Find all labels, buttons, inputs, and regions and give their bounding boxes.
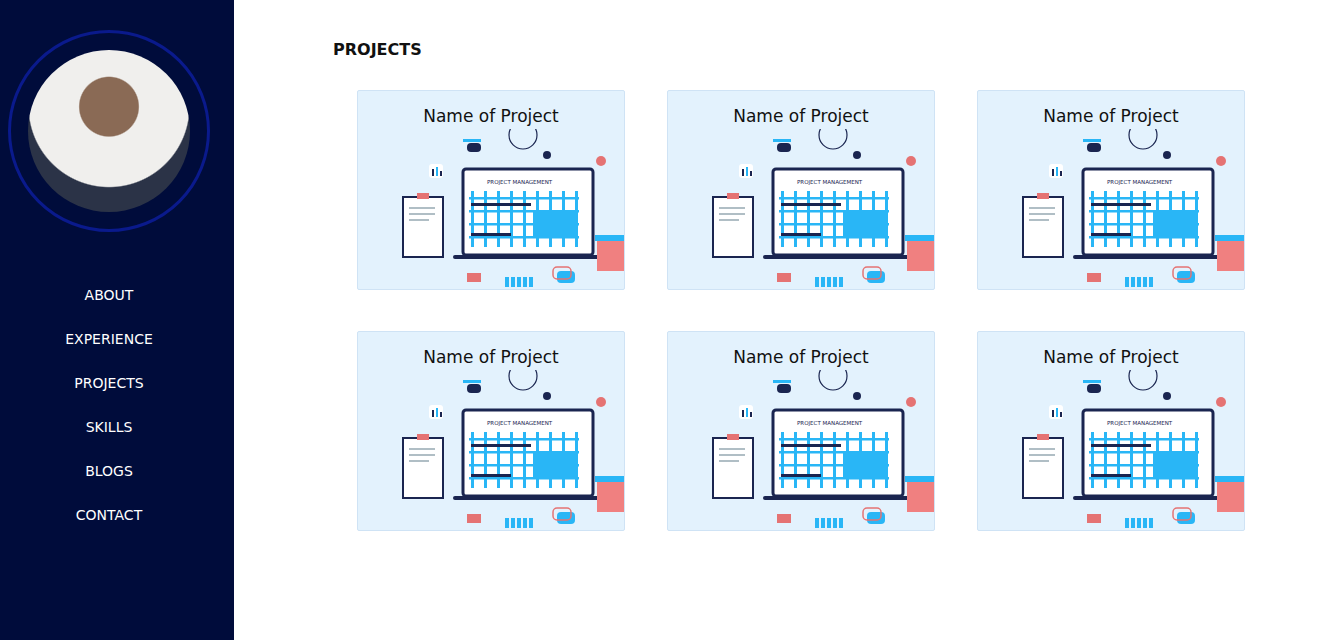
project-illustration-icon: PROJECT MANAGEMENT — [357, 129, 625, 289]
sidebar: ABOUT EXPERIENCE PROJECTS SKILLS BLOGS CONTAC… — [0, 0, 234, 640]
project-title: Name of Project — [733, 105, 869, 127]
screen-label: PROJECT MANAGEMENT — [1107, 179, 1173, 186]
sidebar-item[interactable]: EXPERIENCE — [65, 328, 153, 350]
project-illustration-icon: PROJECT MANAGEMENT — [667, 370, 935, 530]
project-card[interactable]: Name of Project PROJECT MANAGEMENT — [977, 331, 1245, 531]
project-card[interactable]: Name of Project PROJECT MANAGEMENT — [357, 90, 625, 290]
sidebar-item[interactable]: SKILLS — [86, 416, 133, 438]
project-title: Name of Project — [423, 105, 559, 127]
screen-label: PROJECT MANAGEMENT — [797, 179, 863, 186]
main-content: PROJECTS Name of Project PROJECT MANAGEM… — [234, 0, 1340, 640]
project-card[interactable]: Name of Project PROJECT MANAGEMENT — [357, 331, 625, 531]
project-card[interactable]: Name of Project PROJECT MANAGEMENT — [667, 331, 935, 531]
sidebar-item[interactable]: BLOGS — [85, 460, 133, 482]
sidebar-nav: ABOUT EXPERIENCE PROJECTS SKILLS BLOGS CONTAC… — [65, 284, 153, 526]
project-illustration-icon: PROJECT MANAGEMENT — [977, 370, 1245, 530]
avatar-ring — [8, 30, 210, 232]
project-title: Name of Project — [423, 346, 559, 368]
screen-label: PROJECT MANAGEMENT — [487, 179, 553, 186]
project-illustration-icon: PROJECT MANAGEMENT — [357, 370, 625, 530]
project-title: Name of Project — [1043, 346, 1179, 368]
project-title: Name of Project — [733, 346, 869, 368]
project-illustration-icon: PROJECT MANAGEMENT — [667, 129, 935, 289]
screen-label: PROJECT MANAGEMENT — [1107, 420, 1173, 427]
project-card[interactable]: Name of Project PROJECT MANAGEMENT — [977, 90, 1245, 290]
screen-label: PROJECT MANAGEMENT — [487, 420, 553, 427]
project-card[interactable]: Name of Project PROJECT MANAGEMENT — [667, 90, 935, 290]
avatar-photo — [28, 50, 190, 212]
sidebar-item[interactable]: ABOUT — [85, 284, 134, 306]
section-heading: PROJECTS — [333, 40, 1340, 60]
sidebar-item[interactable]: CONTACT — [76, 504, 142, 526]
page: ABOUT EXPERIENCE PROJECTS SKILLS BLOGS CONTAC… — [0, 0, 1340, 640]
project-illustration-icon: PROJECT MANAGEMENT — [977, 129, 1245, 289]
screen-label: PROJECT MANAGEMENT — [797, 420, 863, 427]
project-title: Name of Project — [1043, 105, 1179, 127]
sidebar-item[interactable]: PROJECTS — [74, 372, 143, 394]
project-grid: Name of Project PROJECT MANAGEMENTName o… — [357, 90, 1340, 531]
